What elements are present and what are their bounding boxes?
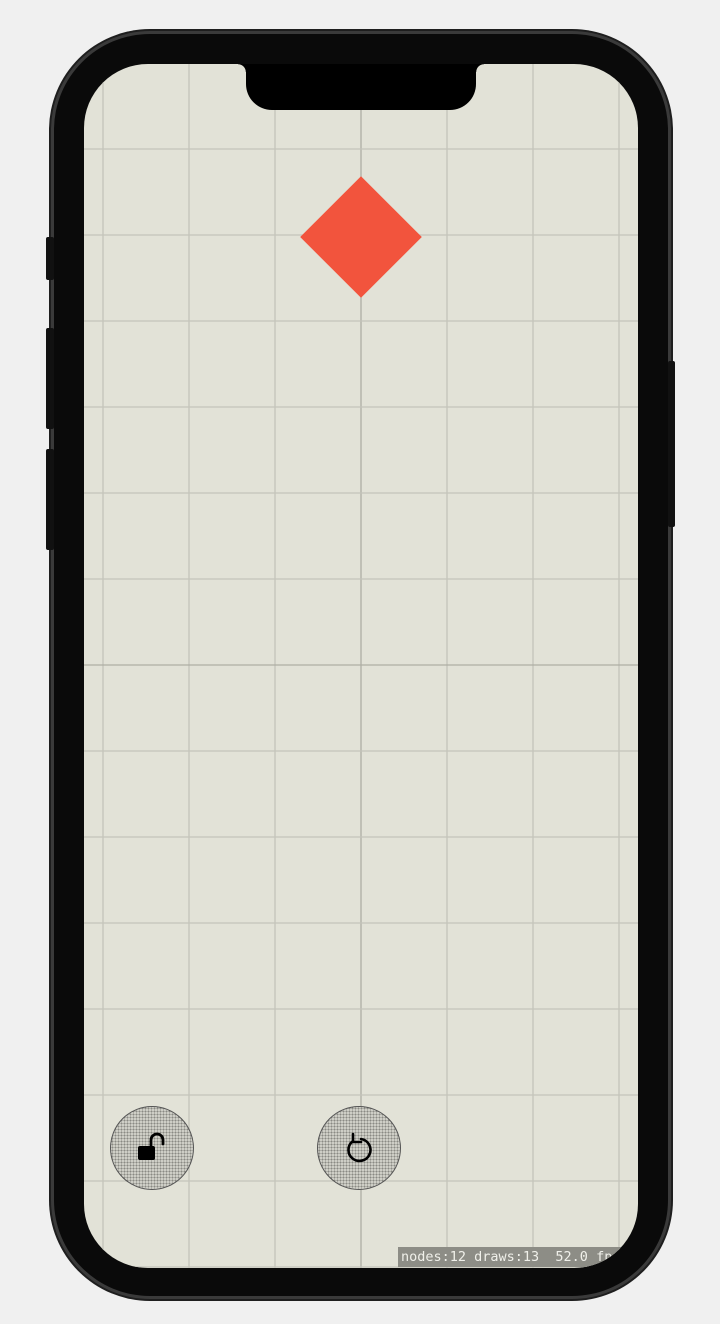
rotate-ccw-icon xyxy=(347,1132,372,1163)
lock-toggle-button[interactable] xyxy=(110,1106,194,1190)
volume-down-button xyxy=(46,449,54,550)
power-button xyxy=(668,361,675,527)
camera-notch xyxy=(238,64,484,110)
silent-switch xyxy=(46,237,54,280)
stats-overlay: nodes:12 draws:13 52.0 fps xyxy=(398,1247,638,1267)
scene-view[interactable]: nodes:12 draws:13 52.0 fps xyxy=(84,64,638,1268)
reset-button[interactable] xyxy=(317,1106,401,1190)
volume-up-button xyxy=(46,328,54,429)
unlock-icon xyxy=(138,1132,165,1160)
